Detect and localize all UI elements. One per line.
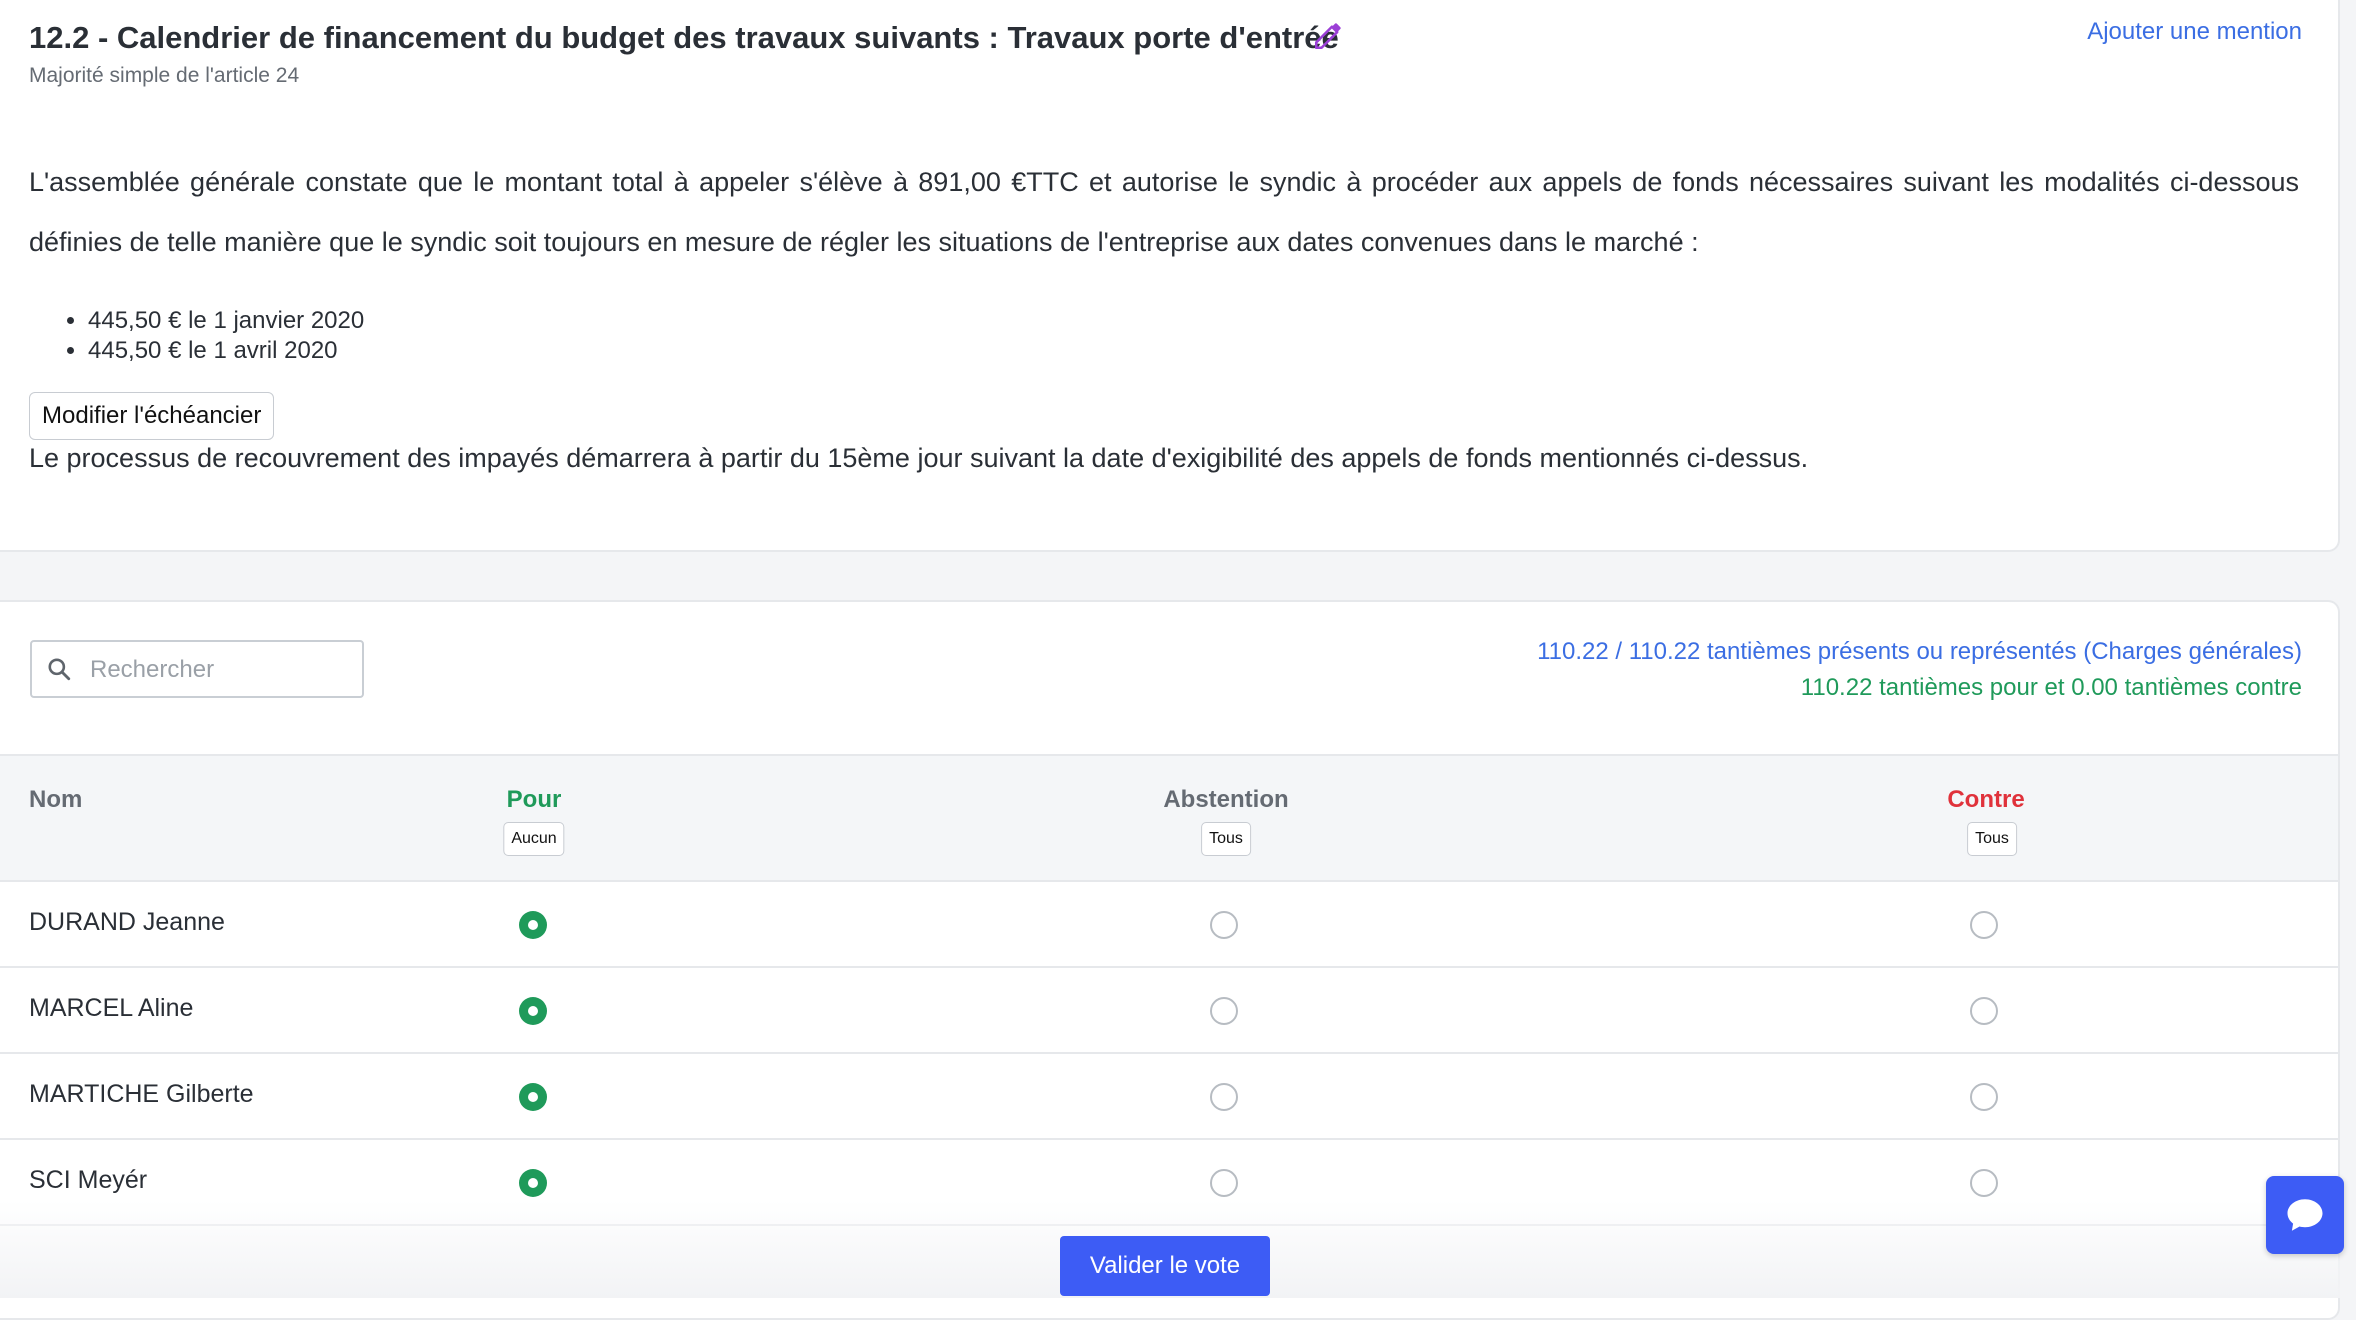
schedule-item: 445,50 € le 1 janvier 2020 [88,306,364,336]
radio-for[interactable] [519,1169,547,1197]
abstention-all-button[interactable]: Tous [1201,822,1251,856]
resolution-title: 12.2 - Calendrier de financement du budg… [29,20,1339,55]
radio-against[interactable] [1970,911,1998,939]
table-row: MARCEL Aline [0,968,2338,1054]
search-box[interactable] [30,640,364,698]
payment-schedule: 445,50 € le 1 janvier 2020 445,50 € le 1… [58,306,364,366]
vote-summary: 110.22 tantièmes pour et 0.00 tantièmes … [1800,674,2302,701]
table-row: MARTICHE Gilberte [0,1054,2338,1140]
radio-abstention[interactable] [1210,997,1238,1025]
radio-abstention[interactable] [1210,911,1238,939]
radio-against[interactable] [1970,997,1998,1025]
resolution-text: L'assemblée générale constate que le mon… [29,167,2299,257]
owner-name: DURAND Jeanne [29,908,225,936]
radio-for[interactable] [519,911,547,939]
column-against: Contre [1947,786,2025,813]
owner-name: MARCEL Aline [29,994,194,1022]
schedule-item: 445,50 € le 1 avril 2020 [88,336,364,366]
add-mention-link[interactable]: Ajouter une mention [2087,18,2302,46]
for-none-button[interactable]: Aucun [503,822,565,856]
table-row: DURAND Jeanne [0,882,2338,968]
pencil-icon[interactable] [1312,18,1346,52]
radio-abstention[interactable] [1210,1083,1238,1111]
table-header: Nom Pour Abstention Contre Aucun Tous To… [0,754,2338,882]
radio-for[interactable] [519,997,547,1025]
recovery-text: Le processus de recouvrement des impayés… [29,443,1809,473]
search-input[interactable] [88,642,352,698]
owner-name: MARTICHE Gilberte [29,1080,254,1108]
chat-bubble-icon [2287,1199,2323,1231]
against-all-button[interactable]: Tous [1967,822,2017,856]
radio-for[interactable] [519,1083,547,1111]
radio-abstention[interactable] [1210,1169,1238,1197]
resolution-card: 12.2 - Calendrier de financement du budg… [0,0,2340,552]
column-for: Pour [506,786,562,813]
chat-button[interactable] [2266,1176,2344,1254]
column-name: Nom [29,786,83,813]
owner-name: SCI Meyér [29,1166,148,1194]
column-abstention: Abstention [1163,786,1289,813]
present-summary: 110.22 / 110.22 tantièmes présents ou re… [1537,638,2302,665]
radio-against[interactable] [1970,1169,1998,1197]
modify-schedule-button[interactable]: Modifier l'échéancier [29,392,275,440]
radio-against[interactable] [1970,1083,1998,1111]
majority-rule: Majorité simple de l'article 24 [29,64,300,87]
search-icon [48,658,71,681]
validate-vote-button[interactable]: Valider le vote [1060,1236,1270,1296]
